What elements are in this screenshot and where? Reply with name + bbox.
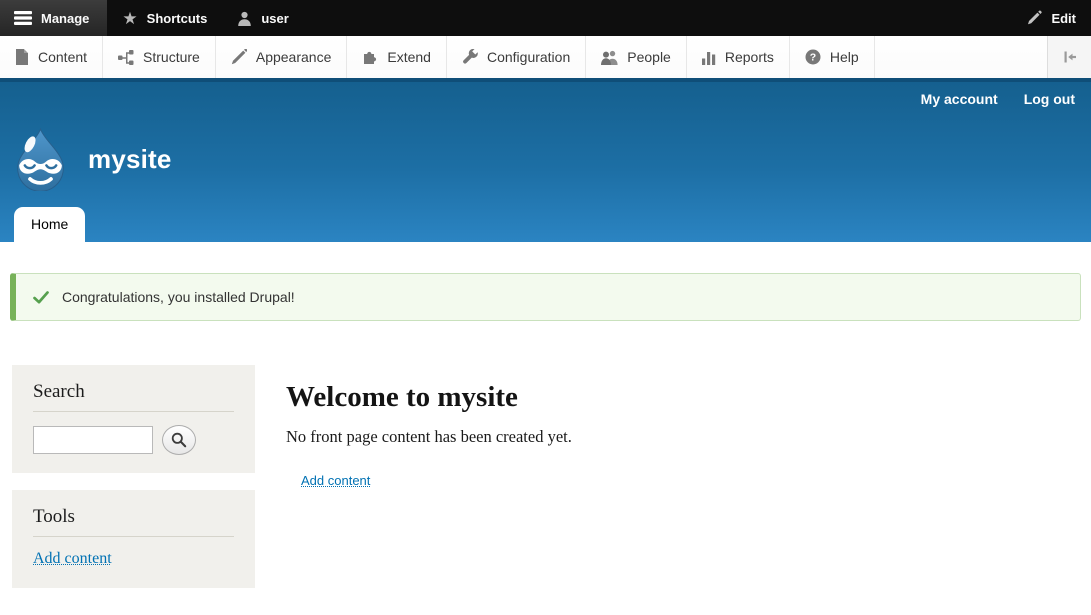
user-icon xyxy=(237,11,252,26)
search-block-title: Search xyxy=(33,381,234,412)
sidebar-add-content-link[interactable]: Add content xyxy=(33,550,112,567)
empty-frontpage-text: No front page content has been created y… xyxy=(286,427,1081,447)
pencil-icon xyxy=(1026,10,1042,26)
search-block: Search xyxy=(12,365,255,473)
file-icon xyxy=(15,49,29,65)
user-menu-item[interactable]: user xyxy=(222,0,303,36)
site-branding[interactable]: mysite xyxy=(12,128,172,191)
tab-label: Reports xyxy=(725,49,774,65)
edit-button[interactable]: Edit xyxy=(1011,0,1091,36)
shortcuts-menu-item[interactable]: ★ Shortcuts xyxy=(107,0,222,36)
secondary-menu: My account Log out xyxy=(921,91,1075,107)
search-input[interactable] xyxy=(33,426,153,454)
site-name[interactable]: mysite xyxy=(88,144,172,175)
status-message: Congratulations, you installed Drupal! xyxy=(10,273,1081,321)
puzzle-icon xyxy=(362,49,378,65)
tab-extend[interactable]: Extend xyxy=(347,36,447,78)
hamburger-menu-icon xyxy=(14,11,32,25)
shortcuts-label: Shortcuts xyxy=(147,11,208,26)
add-content-link[interactable]: Add content xyxy=(301,473,370,488)
tab-label: Content xyxy=(38,49,87,65)
tab-label: Extend xyxy=(387,49,431,65)
tab-appearance[interactable]: Appearance xyxy=(216,36,348,78)
svg-text:?: ? xyxy=(810,52,816,64)
user-label: user xyxy=(261,11,288,26)
admin-toolbar: Manage ★ Shortcuts user Edit xyxy=(0,0,1091,36)
tools-block: Tools Add content xyxy=(12,490,255,588)
help-icon: ? xyxy=(805,49,821,65)
collapse-left-icon xyxy=(1062,49,1078,65)
tab-people[interactable]: People xyxy=(586,36,687,78)
wrench-icon xyxy=(462,49,478,65)
tab-label: Appearance xyxy=(256,49,332,65)
my-account-link[interactable]: My account xyxy=(921,91,998,107)
tab-label: Help xyxy=(830,49,859,65)
toolbar-tray: Content Structure Appearance Extend Conf… xyxy=(0,36,1091,78)
log-out-link[interactable]: Log out xyxy=(1024,91,1075,107)
toolbar-orientation-toggle[interactable] xyxy=(1047,36,1091,78)
tab-label: Structure xyxy=(143,49,200,65)
star-icon: ★ xyxy=(122,10,137,27)
edit-label: Edit xyxy=(1051,11,1076,26)
bar-chart-icon xyxy=(702,50,716,65)
sitemap-icon xyxy=(118,50,134,65)
magnifier-icon xyxy=(171,432,187,448)
search-button[interactable] xyxy=(162,425,196,455)
status-text: Congratulations, you installed Drupal! xyxy=(62,289,295,305)
paintbrush-icon xyxy=(231,49,247,65)
tools-block-title: Tools xyxy=(33,506,234,537)
search-form xyxy=(33,425,234,457)
tab-label: Configuration xyxy=(487,49,570,65)
people-icon xyxy=(601,50,618,65)
site-header: My account Log out mysite Home xyxy=(0,78,1091,242)
main-content: Welcome to mysite No front page content … xyxy=(255,365,1081,490)
check-icon xyxy=(33,291,49,304)
sidebar-first: Search Tools Add content xyxy=(12,365,255,588)
tab-label: People xyxy=(627,49,671,65)
tab-structure[interactable]: Structure xyxy=(103,36,216,78)
home-tab[interactable]: Home xyxy=(14,207,85,242)
drupal-droplet-logo xyxy=(12,128,69,191)
page-title: Welcome to mysite xyxy=(286,381,1081,414)
manage-menu-item[interactable]: Manage xyxy=(0,0,107,36)
tab-configuration[interactable]: Configuration xyxy=(447,36,586,78)
tab-content[interactable]: Content xyxy=(0,36,103,78)
main-layout: Search Tools Add content Welcome to mysi… xyxy=(2,365,1081,588)
manage-label: Manage xyxy=(41,11,89,26)
tab-reports[interactable]: Reports xyxy=(687,36,790,78)
tab-help[interactable]: ? Help xyxy=(790,36,875,78)
